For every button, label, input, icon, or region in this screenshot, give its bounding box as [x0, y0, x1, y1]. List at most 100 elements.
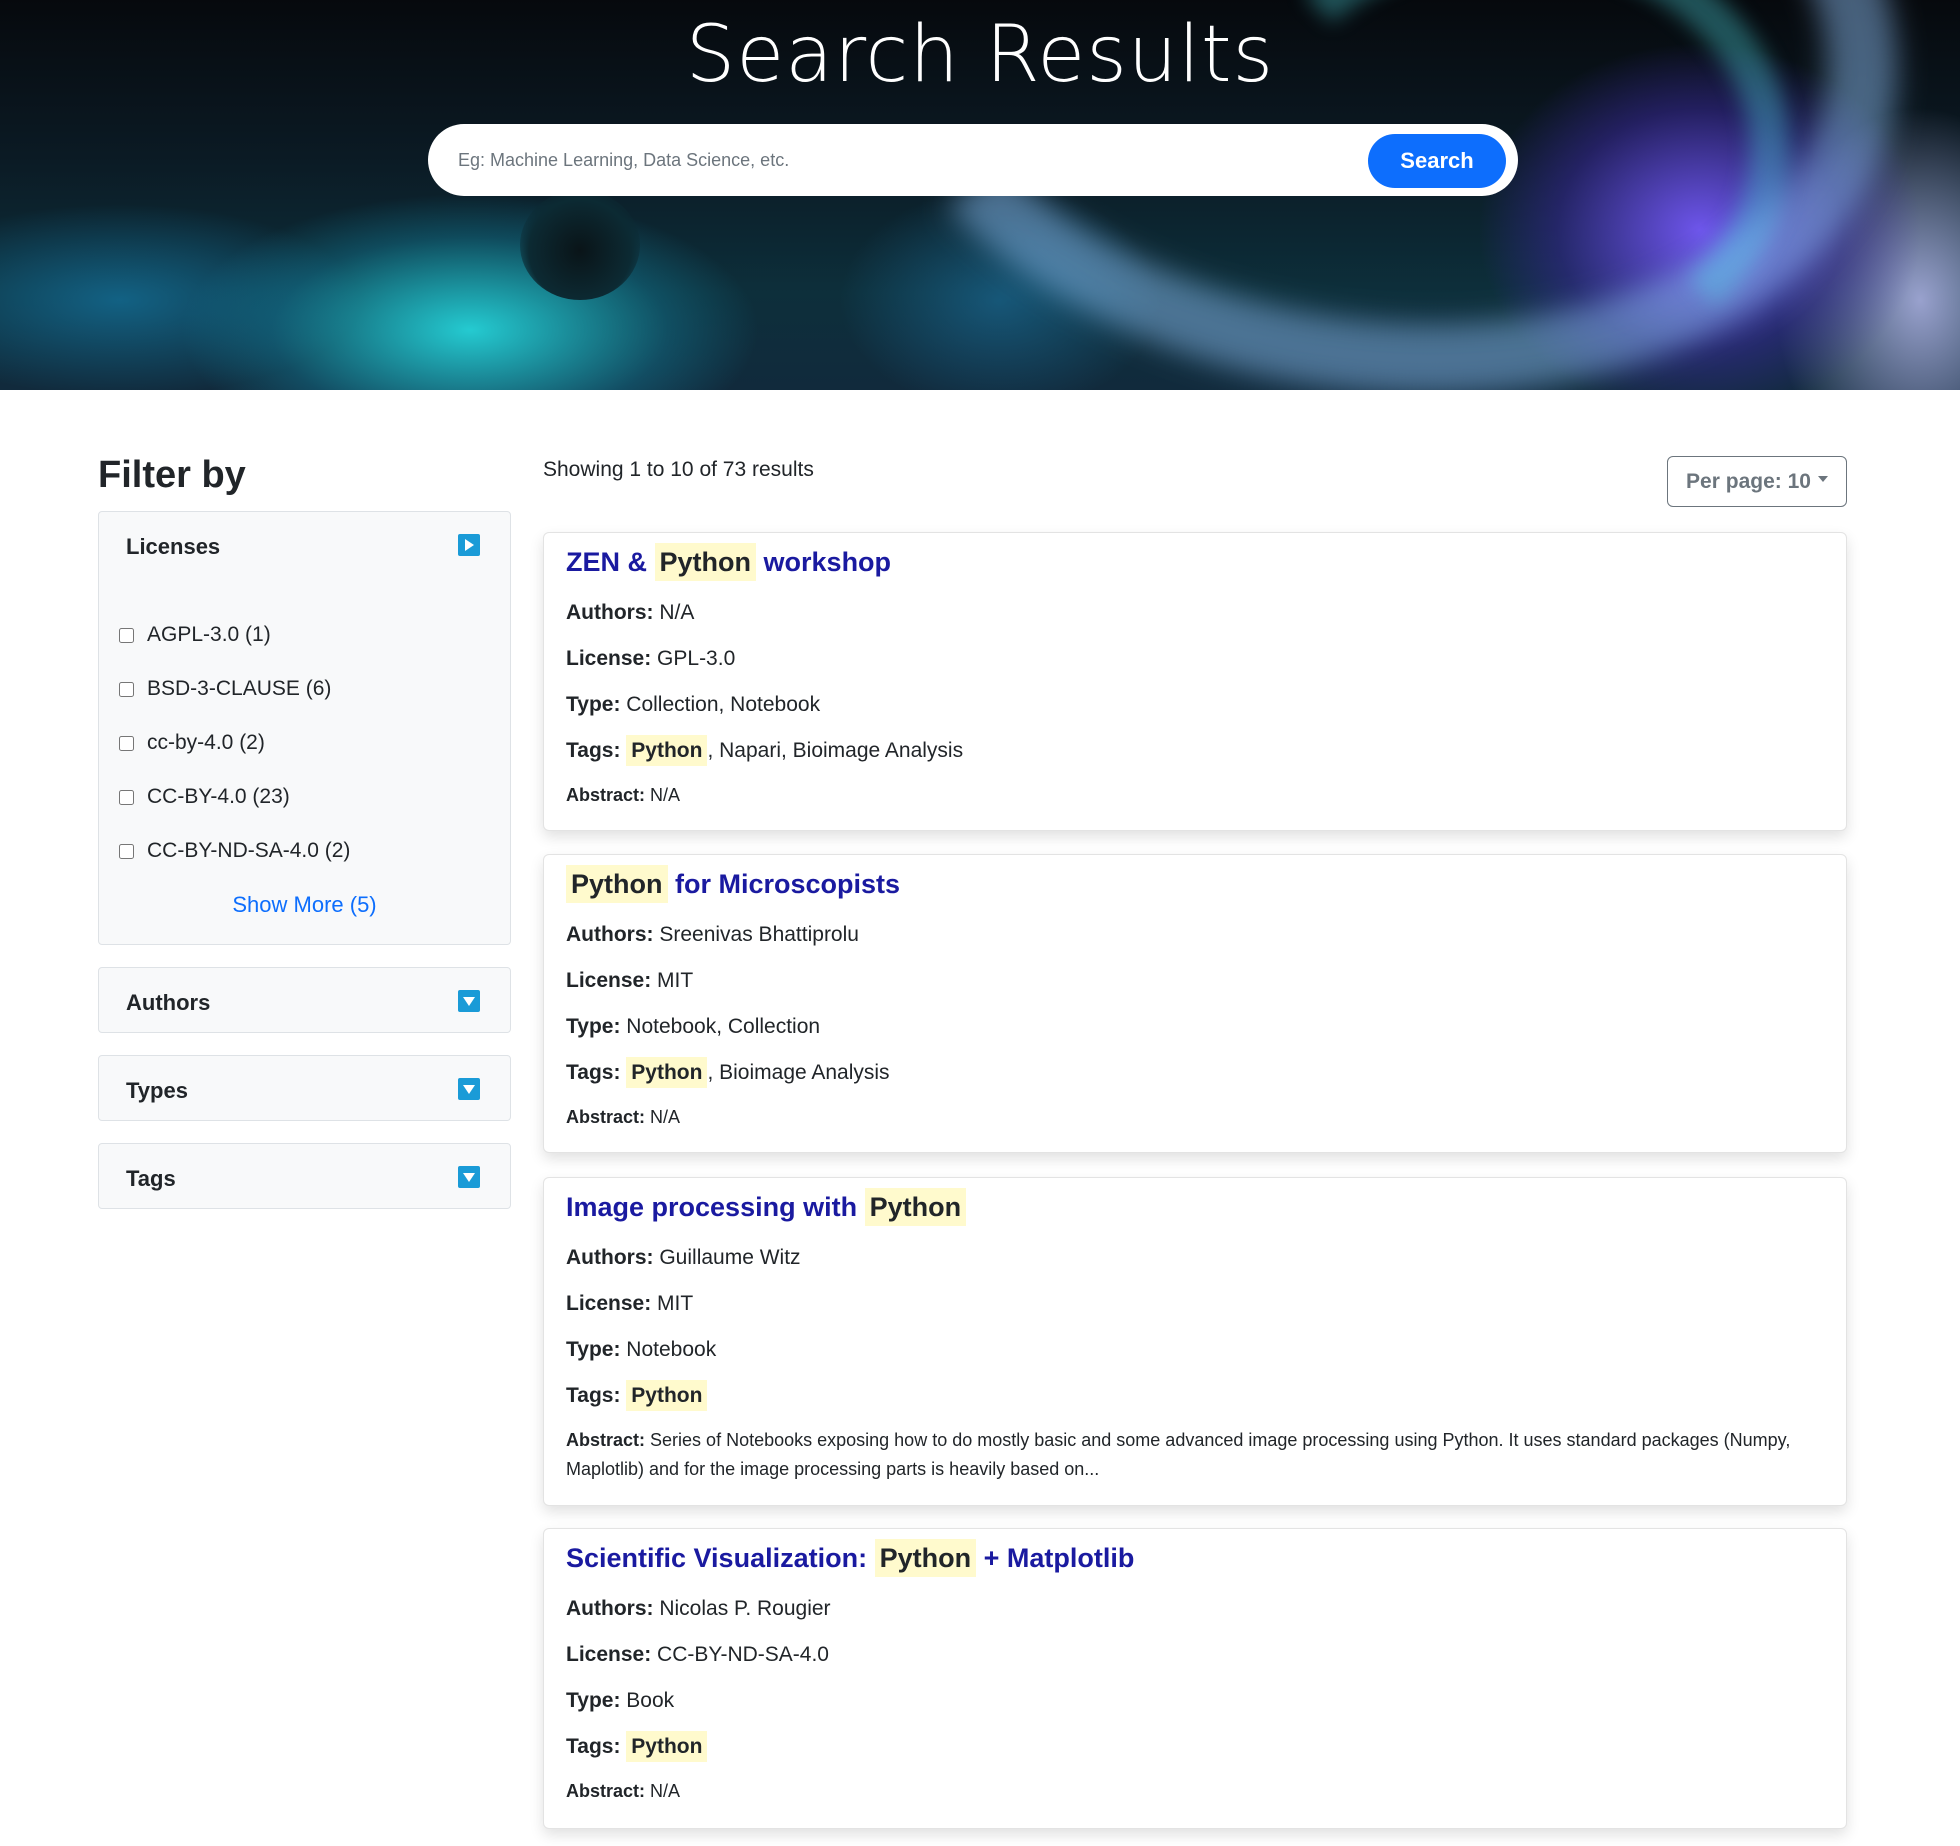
- field-value: Notebook: [626, 1338, 717, 1361]
- field-value: Book: [626, 1689, 675, 1712]
- result-license: License: MIT: [566, 969, 693, 993]
- caret-down-icon[interactable]: [458, 990, 480, 1012]
- result-title-link[interactable]: ZEN & Python workshop: [566, 543, 891, 581]
- result-title-highlight: Python: [654, 543, 757, 581]
- filter-title: Filter by: [98, 454, 246, 496]
- license-checkbox[interactable]: [119, 681, 134, 697]
- types-filter-label: Types: [126, 1078, 188, 1103]
- result-title-text: Image processing with: [566, 1192, 858, 1222]
- license-option-label: cc-by-4.0 (2): [147, 731, 265, 754]
- field-label: Authors:: [566, 1597, 654, 1620]
- field-label: Abstract:: [566, 1107, 646, 1127]
- field-label: Tags:: [566, 1384, 621, 1407]
- caret-down-icon[interactable]: [458, 1078, 480, 1100]
- field-value: GPL-3.0: [657, 647, 736, 670]
- field-value: Notebook, Collection: [626, 1015, 821, 1038]
- search-input[interactable]: [458, 142, 1278, 178]
- license-option[interactable]: CC-BY-4.0 (23): [119, 774, 489, 828]
- search-bar: Search: [428, 124, 1518, 196]
- result-title-text: Scientific Visualization:: [566, 1543, 868, 1573]
- field-label: Tags:: [566, 739, 621, 762]
- result-card: Python for Microscopists Authors: Sreeni…: [543, 854, 1847, 1153]
- result-type: Type: Collection, Notebook: [566, 693, 820, 717]
- result-title-link[interactable]: Python for Microscopists: [566, 865, 901, 903]
- result-abstract: Abstract: N/A: [566, 1107, 680, 1128]
- field-label: License:: [566, 1643, 652, 1666]
- search-button[interactable]: Search: [1368, 134, 1506, 188]
- result-title-highlight: Python: [566, 865, 668, 903]
- result-type: Type: Notebook: [566, 1338, 716, 1362]
- license-list: AGPL-3.0 (1) BSD-3-CLAUSE (6) cc-by-4.0 …: [119, 612, 489, 882]
- result-title-highlight: Python: [874, 1539, 977, 1577]
- field-label: Authors:: [566, 1246, 654, 1269]
- license-option[interactable]: AGPL-3.0 (1): [119, 612, 489, 666]
- license-option-label: BSD-3-CLAUSE (6): [147, 677, 332, 700]
- result-title-text: ZEN &: [566, 547, 647, 577]
- result-title-highlight: Python: [864, 1188, 967, 1226]
- license-option[interactable]: BSD-3-CLAUSE (6): [119, 666, 489, 720]
- field-value: Sreenivas Bhattiprolu: [659, 923, 859, 946]
- tags-filter-panel: Tags: [98, 1143, 511, 1209]
- types-filter-header[interactable]: Types: [99, 1056, 510, 1122]
- field-value: Collection, Notebook: [626, 693, 821, 716]
- result-abstract: Abstract: N/A: [566, 785, 680, 806]
- field-label: Authors:: [566, 923, 654, 946]
- field-value: MIT: [657, 1292, 694, 1315]
- license-option[interactable]: cc-by-4.0 (2): [119, 720, 489, 774]
- license-option[interactable]: CC-BY-ND-SA-4.0 (2): [119, 828, 489, 882]
- result-tags: Tags: Python: [566, 1731, 708, 1762]
- license-checkbox[interactable]: [119, 627, 134, 643]
- result-card: Scientific Visualization: Python + Matpl…: [543, 1528, 1847, 1829]
- field-value: , Bioimage Analysis: [707, 1061, 890, 1084]
- result-license: License: GPL-3.0: [566, 647, 735, 671]
- result-tags: Tags: Python: [566, 1380, 708, 1411]
- licenses-filter-label: Licenses: [126, 534, 221, 559]
- result-authors: Authors: Nicolas P. Rougier: [566, 1597, 831, 1621]
- result-title-text: for Microscopists: [675, 869, 901, 899]
- license-checkbox[interactable]: [119, 843, 134, 859]
- field-value: N/A: [650, 1107, 681, 1127]
- field-label: Tags:: [566, 1735, 621, 1758]
- result-tags: Tags: Python, Napari, Bioimage Analysis: [566, 735, 964, 766]
- chevron-down-icon: [1817, 475, 1828, 482]
- per-page-label: Per page: 10: [1686, 469, 1811, 493]
- result-authors: Authors: Sreenivas Bhattiprolu: [566, 923, 859, 947]
- field-label: Tags:: [566, 1061, 621, 1084]
- results-summary: Showing 1 to 10 of 73 results: [543, 458, 814, 481]
- field-value: N/A: [659, 601, 695, 624]
- result-title-link[interactable]: Image processing with Python: [566, 1188, 967, 1226]
- licenses-filter-panel: Licenses AGPL-3.0 (1) BSD-3-CLAUSE (6) c…: [98, 511, 511, 945]
- tag-highlight: Python: [626, 735, 708, 766]
- field-value: CC-BY-ND-SA-4.0: [657, 1643, 829, 1666]
- licenses-filter-header[interactable]: Licenses: [99, 512, 510, 578]
- tags-filter-header[interactable]: Tags: [99, 1144, 510, 1210]
- hero-banner: Search Results Search: [0, 0, 1960, 390]
- types-filter-panel: Types: [98, 1055, 511, 1121]
- license-checkbox[interactable]: [119, 735, 134, 751]
- page-title: Search Results: [685, 10, 1275, 100]
- license-option-label: CC-BY-ND-SA-4.0 (2): [147, 839, 351, 862]
- show-more-link[interactable]: Show More (5): [99, 892, 510, 918]
- result-title-link[interactable]: Scientific Visualization: Python + Matpl…: [566, 1539, 1135, 1577]
- result-title-text: + Matplotlib: [983, 1543, 1135, 1573]
- field-label: License:: [566, 1292, 652, 1315]
- field-label: Type:: [566, 693, 621, 716]
- authors-filter-panel: Authors: [98, 967, 511, 1033]
- result-abstract: Abstract: N/A: [566, 1781, 680, 1802]
- caret-right-icon[interactable]: [458, 534, 480, 556]
- field-label: Abstract:: [566, 1430, 646, 1450]
- authors-filter-header[interactable]: Authors: [99, 968, 510, 1034]
- tag-highlight: Python: [626, 1057, 708, 1088]
- tag-highlight: Python: [626, 1731, 708, 1762]
- result-license: License: MIT: [566, 1292, 693, 1316]
- per-page-dropdown[interactable]: Per page: 10: [1667, 456, 1847, 507]
- caret-down-icon[interactable]: [458, 1166, 480, 1188]
- field-value: , Napari, Bioimage Analysis: [707, 739, 964, 762]
- license-checkbox[interactable]: [119, 789, 134, 805]
- field-label: Type:: [566, 1338, 621, 1361]
- result-abstract: Abstract: Series of Notebooks exposing h…: [566, 1426, 1828, 1484]
- tag-highlight: Python: [626, 1380, 708, 1411]
- field-value: Guillaume Witz: [659, 1246, 801, 1269]
- field-label: License:: [566, 969, 652, 992]
- field-value: N/A: [650, 1781, 681, 1801]
